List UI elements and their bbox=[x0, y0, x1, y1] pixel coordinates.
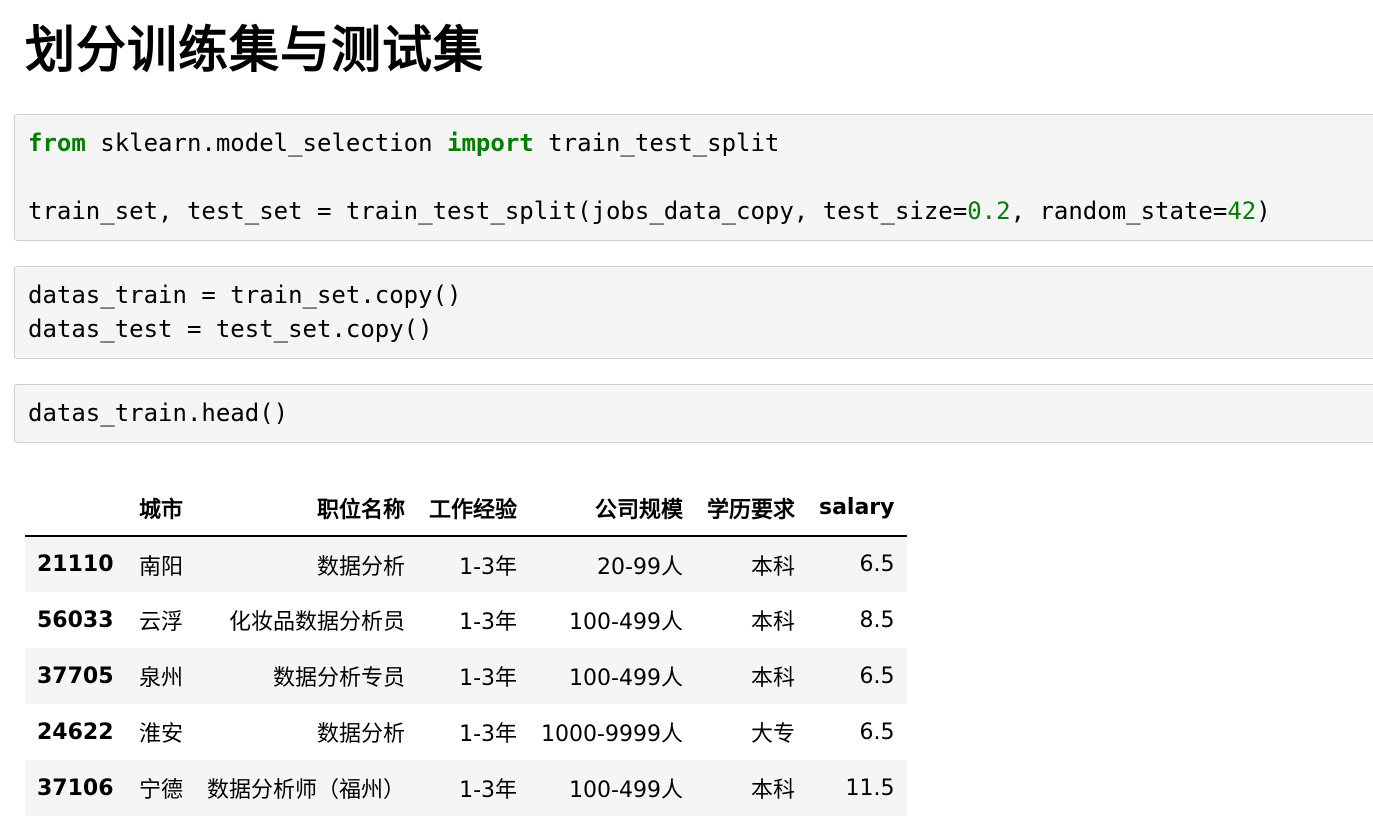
cell-experience: 1-3年 bbox=[459, 610, 518, 635]
code-editor[interactable]: datas_train.head() bbox=[15, 385, 1373, 430]
dataframe-output: 城市 职位名称 工作经验 公司规模 学历要求 salary 21110 南阳 数… bbox=[25, 480, 907, 816]
cell-title: 数据分析专员 bbox=[273, 666, 406, 691]
cell-salary: 6.5 bbox=[859, 552, 895, 577]
column-header-index bbox=[25, 480, 127, 537]
code-text: train_set, test_set = train_test_split(j… bbox=[28, 197, 968, 225]
row-index: 21110 bbox=[37, 552, 114, 577]
row-index: 37705 bbox=[37, 663, 114, 689]
cell-experience: 1-3年 bbox=[459, 778, 518, 803]
table-row: 56033 云浮 化妆品数据分析员 1-3年 100-499人 本科 8.5 bbox=[25, 592, 907, 648]
cell-title: 数据分析 bbox=[317, 722, 406, 747]
code-text: datas_test = test_set.copy() bbox=[28, 315, 433, 343]
cell-city: 泉州 bbox=[139, 666, 184, 691]
row-index: 24622 bbox=[37, 719, 114, 745]
number-literal: 42 bbox=[1227, 197, 1257, 225]
cell-salary: 8.5 bbox=[859, 607, 895, 633]
code-text: datas_train.head() bbox=[28, 399, 289, 427]
code-text: train_test_split bbox=[533, 129, 780, 157]
table-row: 37106 宁德 数据分析师（福州） 1-3年 100-499人 本科 11.5 bbox=[25, 760, 907, 816]
cell-city: 淮安 bbox=[139, 722, 184, 747]
code-editor[interactable]: from sklearn.model_selection import trai… bbox=[15, 115, 1373, 228]
cell-title: 化妆品数据分析员 bbox=[229, 610, 406, 635]
code-text: sklearn.model_selection bbox=[85, 129, 448, 157]
table-row: 21110 南阳 数据分析 1-3年 20-99人 本科 6.5 bbox=[25, 536, 907, 592]
column-header-experience: 工作经验 bbox=[417, 480, 530, 537]
number-literal: 0.2 bbox=[967, 197, 1011, 225]
cell-experience: 1-3年 bbox=[459, 666, 518, 691]
table-row: 37705 泉州 数据分析专员 1-3年 100-499人 本科 6.5 bbox=[25, 648, 907, 704]
column-header-company-size: 公司规模 bbox=[529, 480, 695, 537]
cell-title: 数据分析师（福州） bbox=[207, 778, 406, 803]
cell-city: 宁德 bbox=[139, 778, 184, 803]
cell-education: 大专 bbox=[750, 722, 795, 747]
code-cell-head[interactable]: datas_train.head() bbox=[14, 384, 1373, 443]
column-header-salary: salary bbox=[806, 480, 907, 537]
cell-company-size: 100-499人 bbox=[569, 778, 683, 803]
cell-title: 数据分析 bbox=[317, 554, 406, 580]
table-header-row: 城市 职位名称 工作经验 公司规模 学历要求 salary bbox=[25, 480, 907, 537]
column-header-education: 学历要求 bbox=[694, 480, 807, 537]
cell-company-size: 1000-9999人 bbox=[541, 722, 683, 747]
code-text: datas_train = train_set.copy() bbox=[28, 281, 462, 309]
code-cell-copy[interactable]: datas_train = train_set.copy() datas_tes… bbox=[14, 266, 1373, 359]
cell-salary: 11.5 bbox=[845, 775, 895, 801]
cell-experience: 1-3年 bbox=[459, 722, 518, 747]
cell-salary: 6.5 bbox=[859, 663, 895, 689]
table-row: 24622 淮安 数据分析 1-3年 1000-9999人 大专 6.5 bbox=[25, 704, 907, 760]
cell-salary: 6.5 bbox=[859, 719, 895, 745]
code-editor[interactable]: datas_train = train_set.copy() datas_tes… bbox=[15, 267, 1373, 346]
cell-company-size: 100-499人 bbox=[569, 610, 683, 635]
cell-education: 本科 bbox=[750, 778, 795, 803]
code-cell-import-split[interactable]: from sklearn.model_selection import trai… bbox=[14, 114, 1373, 241]
cell-experience: 1-3年 bbox=[459, 554, 518, 580]
column-header-city: 城市 bbox=[127, 480, 196, 537]
cell-education: 本科 bbox=[750, 666, 795, 691]
row-index: 56033 bbox=[37, 607, 114, 633]
cell-company-size: 20-99人 bbox=[597, 554, 683, 580]
keyword-import: import bbox=[447, 129, 534, 157]
page-title: 划分训练集与测试集 bbox=[25, 21, 484, 79]
code-text: ) bbox=[1256, 197, 1271, 225]
cell-company-size: 100-499人 bbox=[569, 666, 683, 691]
cell-city: 云浮 bbox=[139, 610, 184, 635]
column-header-title: 职位名称 bbox=[195, 480, 418, 537]
keyword-from: from bbox=[28, 129, 86, 157]
cell-city: 南阳 bbox=[139, 554, 184, 580]
cell-education: 本科 bbox=[750, 610, 795, 635]
row-index: 37106 bbox=[37, 775, 114, 801]
code-text: , random_state= bbox=[1010, 197, 1228, 225]
cell-education: 本科 bbox=[750, 554, 795, 580]
